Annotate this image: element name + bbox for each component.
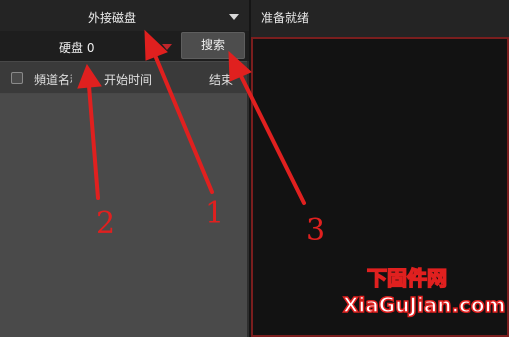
annotation-label-2: 2 bbox=[96, 206, 116, 241]
watermark-url: XiaGuJian.com bbox=[342, 292, 506, 318]
annotation-arrow-1 bbox=[150, 46, 214, 194]
annotation-arrow-2 bbox=[87, 84, 100, 200]
annotation-label-1: 1 bbox=[205, 196, 225, 231]
annotation-arrow-3 bbox=[236, 68, 306, 205]
arrowhead-icon bbox=[77, 63, 102, 89]
watermark-title: 下固件网 bbox=[366, 265, 448, 291]
arrowhead-icon bbox=[228, 50, 252, 82]
arrowhead-icon bbox=[144, 29, 168, 61]
annotation-label-3: 3 bbox=[306, 213, 326, 248]
